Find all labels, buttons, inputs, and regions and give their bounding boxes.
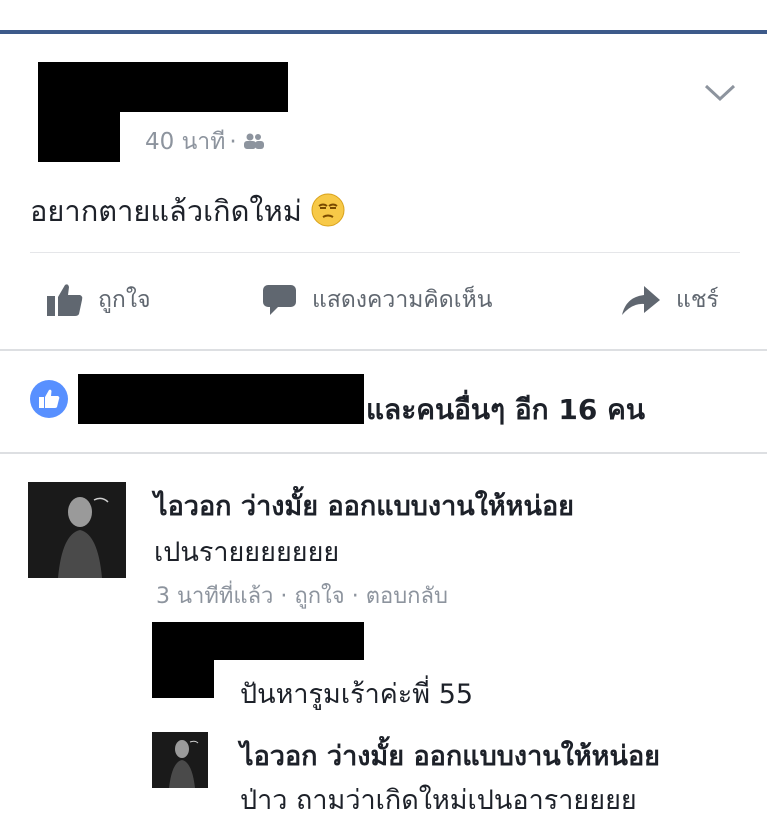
redacted-reply-avatar — [152, 658, 214, 698]
share-arrow-icon — [620, 283, 662, 317]
likes-summary[interactable] — [30, 380, 68, 418]
friends-icon — [243, 130, 265, 156]
thumbs-up-icon — [46, 283, 84, 317]
post-text: อยากตายแล้วเกิดใหม่ — [30, 188, 346, 235]
redacted-reply-author — [152, 622, 364, 660]
reply-text: ปันหารูมเร้าค่ะพี่ 55 — [240, 679, 474, 710]
chevron-down-icon[interactable] — [703, 82, 737, 104]
avatar[interactable] — [28, 482, 126, 578]
reply-text: ป่าว ถามว่าเกิดใหม่เปนอารายยยย — [240, 785, 637, 816]
comment-text: เปนรายยยยยยย — [154, 537, 340, 568]
like-button[interactable]: ถูกใจ — [46, 282, 151, 318]
share-button[interactable]: แชร์ — [620, 282, 719, 318]
redacted-profile-photo — [38, 110, 120, 162]
avatar[interactable] — [152, 732, 208, 788]
redacted-profile-name — [38, 62, 288, 112]
likes-count-text[interactable]: และคนอื่นๆ อีก 16 คน — [366, 388, 645, 432]
section-divider — [0, 349, 767, 351]
post-time[interactable]: 40 นาที — [145, 129, 225, 155]
comment-button[interactable]: แสดงความคิดเห็น — [262, 282, 492, 318]
comment-time[interactable]: 3 นาทีที่แล้ว — [156, 584, 273, 609]
section-divider — [0, 452, 767, 454]
top-border — [0, 30, 767, 34]
divider — [30, 252, 740, 253]
unamused-face-icon — [310, 192, 346, 235]
speech-bubble-icon — [262, 283, 298, 317]
comment-meta: 3 นาทีที่แล้ว · ถูกใจ · ตอบกลับ — [156, 584, 448, 609]
comment-reply-link[interactable]: ตอบกลับ — [366, 584, 448, 609]
comment-like-link[interactable]: ถูกใจ — [294, 584, 344, 609]
reply-author[interactable]: ไอวอก ว่างมั้ย ออกแบบงานให้หน่อย — [240, 734, 660, 777]
comment-author[interactable]: ไอวอก ว่างมั้ย ออกแบบงานให้หน่อย — [154, 484, 574, 527]
redacted-liker-names — [78, 374, 364, 424]
post-meta: 40 นาที · — [145, 124, 265, 160]
like-badge-icon — [30, 380, 68, 418]
